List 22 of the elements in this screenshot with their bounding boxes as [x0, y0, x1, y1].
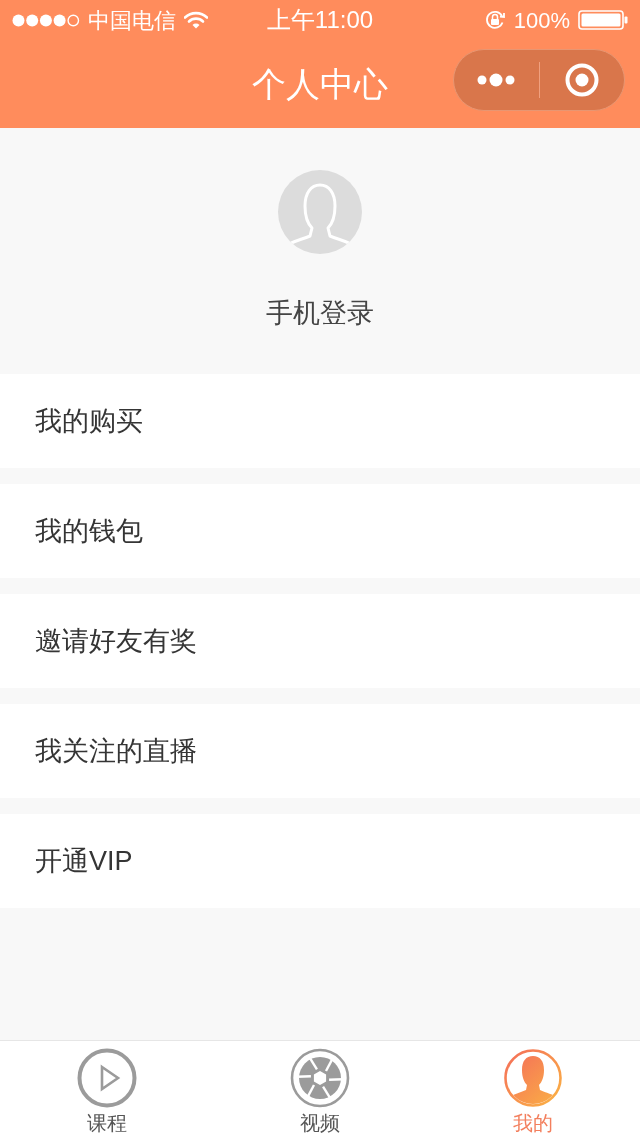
menu-item[interactable]: 开通VIP: [0, 814, 640, 908]
person-circle-icon: [503, 1048, 564, 1108]
rotation-lock-icon: [483, 9, 506, 31]
more-dots-icon: [477, 73, 516, 87]
wifi-icon: [184, 11, 208, 29]
signal-dots-icon: [12, 13, 80, 27]
tab-item[interactable]: 课程: [0, 1041, 214, 1136]
menu-item[interactable]: 邀请好友有奖: [0, 594, 640, 688]
battery-percent: 100%: [513, 6, 570, 35]
target-circle-icon: [564, 63, 599, 97]
aperture-icon: [290, 1048, 350, 1108]
avatar-placeholder-icon: [278, 170, 362, 254]
play-circle-icon: [76, 1048, 137, 1108]
tab-item[interactable]: 视频: [213, 1041, 427, 1136]
page-title: 个人中心: [252, 63, 388, 105]
menu-item[interactable]: 我的购买: [0, 374, 640, 468]
clock-label: 上午11:00: [266, 5, 374, 35]
menu-item[interactable]: 我关注的直播: [0, 704, 640, 798]
menu-item[interactable]: 我的钱包: [0, 484, 640, 578]
carrier-label: 中国电信: [88, 6, 176, 35]
login-link[interactable]: 手机登录: [266, 296, 374, 330]
battery-icon: [578, 10, 628, 30]
